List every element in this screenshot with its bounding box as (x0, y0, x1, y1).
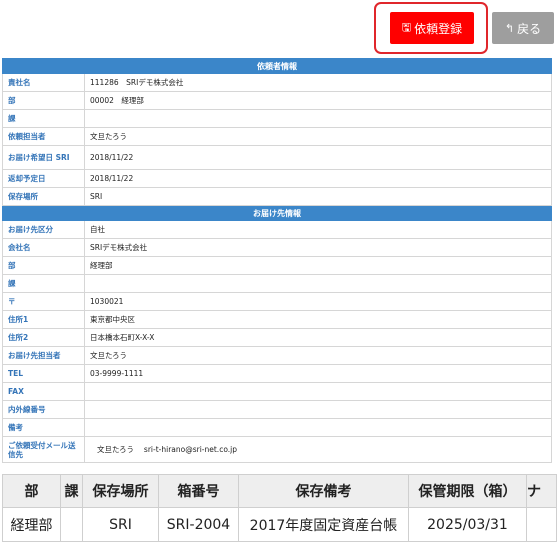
field-value (84, 382, 552, 401)
field-label: 〒 (2, 292, 85, 311)
requester-row-delivery-date: お届け希望日 SRI 2018/11/22 (2, 145, 552, 170)
delivery-row-address2: 住所2 日本橋本石町X-X-X (2, 328, 552, 347)
field-label: お届け先区分 (2, 220, 85, 239)
column-header-retention-deadline: 保管期限（箱） (408, 474, 527, 508)
column-header-box-number: 箱番号 (158, 474, 239, 508)
cell-storage-location: SRI (82, 507, 159, 542)
column-header-truncated: ナ (526, 474, 557, 508)
field-label: 依頼担当者 (2, 127, 85, 146)
field-label: お届け先担当者 (2, 346, 85, 365)
field-value: 文旦たろう sri-t-hirano@sri-net.co.jp (84, 436, 552, 463)
field-value: 00002 経理部 (84, 91, 552, 110)
field-value: 経理部 (84, 256, 552, 275)
delivery-row-notes: 備考 (2, 418, 552, 437)
field-value: SRI (84, 187, 552, 206)
column-header-department: 部 (2, 474, 61, 508)
requester-row-department: 部 00002 経理部 (2, 91, 552, 110)
field-label: 課 (2, 109, 85, 128)
requester-row-return-date: 返却予定日 2018/11/22 (2, 169, 552, 188)
field-label: 部 (2, 256, 85, 275)
field-label: 住所2 (2, 328, 85, 347)
field-label: 返却予定日 (2, 169, 85, 188)
field-label: 会社名 (2, 238, 85, 257)
delivery-row-type: お届け先区分 自社 (2, 220, 552, 239)
cell-box-number: SRI-2004 (158, 507, 239, 542)
field-value: 文旦たろう (84, 127, 552, 146)
field-value (84, 274, 552, 293)
save-icon: 🖫 (401, 20, 412, 34)
box-list-table: 部 課 保存場所 箱番号 保存備考 保管期限（箱） ナ 経理部 SRI SRI-… (2, 474, 557, 542)
field-label: 責社名 (2, 73, 85, 92)
field-value: 自社 (84, 220, 552, 239)
request-info-table: 依頼者情報 責社名 111286 SRIデモ株式会社 部 00002 経理部 課 依… (2, 58, 552, 463)
delivery-row-section: 課 (2, 274, 552, 293)
field-label: ご依頼受付メール送信先 (2, 436, 85, 463)
field-label: お届け希望日 SRI (2, 145, 85, 170)
field-value (84, 400, 552, 419)
requester-row-company: 責社名 111286 SRIデモ株式会社 (2, 73, 552, 92)
table-row[interactable]: 経理部 SRI SRI-2004 2017年度固定資産台帳 2025/03/31 (2, 507, 557, 542)
requester-row-person: 依頼担当者 文旦たろう (2, 127, 552, 146)
requester-section-header: 依頼者情報 (2, 58, 552, 74)
field-label: 内外線番号 (2, 400, 85, 419)
field-label: 住所1 (2, 310, 85, 329)
cell-truncated (526, 507, 557, 542)
box-list-header-row: 部 課 保存場所 箱番号 保存備考 保管期限（箱） ナ (2, 474, 557, 508)
field-label: 部 (2, 91, 85, 110)
delivery-row-person: お届け先担当者 文旦たろう (2, 346, 552, 365)
register-request-label: 依頼登録 (414, 21, 463, 36)
column-header-storage-location: 保存場所 (82, 474, 159, 508)
field-label: FAX (2, 382, 85, 401)
delivery-row-postal: 〒 1030021 (2, 292, 552, 311)
delivery-row-address1: 住所1 東京都中央区 (2, 310, 552, 329)
field-value (84, 109, 552, 128)
field-value: 111286 SRIデモ株式会社 (84, 73, 552, 92)
back-label: 戻る (517, 21, 542, 36)
field-label: TEL (2, 364, 85, 383)
delivery-row-department: 部経理部 (2, 256, 552, 275)
reply-arrow-icon: ↰ (504, 21, 515, 35)
back-button[interactable]: ↰ 戻る (492, 12, 554, 44)
cell-department: 経理部 (2, 507, 61, 542)
field-value: 1030021 (84, 292, 552, 311)
delivery-row-company: 会社名 SRIデモ株式会社 (2, 238, 552, 257)
delivery-row-mail: ご依頼受付メール送信先 文旦たろう sri-t-hirano@sri-net.co… (2, 436, 552, 463)
field-value (84, 418, 552, 437)
column-header-section: 課 (60, 474, 83, 508)
register-request-button[interactable]: 🖫 依頼登録 (390, 12, 474, 44)
delivery-row-extension: 内外線番号 (2, 400, 552, 419)
field-value: 文旦たろう (84, 346, 552, 365)
field-value: 2018/11/22 (84, 169, 552, 188)
field-value: 03-9999-1111 (84, 364, 552, 383)
field-label: 保存場所 (2, 187, 85, 206)
cell-storage-notes: 2017年度固定資産台帳 (238, 507, 409, 542)
field-label: 備考 (2, 418, 85, 437)
field-value: 東京都中央区 (84, 310, 552, 329)
field-value: 日本橋本石町X-X-X (84, 328, 552, 347)
field-label: 課 (2, 274, 85, 293)
field-value: SRIデモ株式会社 (84, 238, 552, 257)
cell-retention-deadline: 2025/03/31 (408, 507, 527, 542)
delivery-section-header: お届け先情報 (2, 205, 552, 221)
requester-row-storage: 保存場所 SRI (2, 187, 552, 206)
delivery-row-fax: FAX (2, 382, 552, 401)
delivery-row-tel: TEL 03-9999-1111 (2, 364, 552, 383)
cell-section (60, 507, 83, 542)
field-value: 2018/11/22 (84, 145, 552, 170)
column-header-storage-notes: 保存備考 (238, 474, 409, 508)
requester-row-section: 課 (2, 109, 552, 128)
